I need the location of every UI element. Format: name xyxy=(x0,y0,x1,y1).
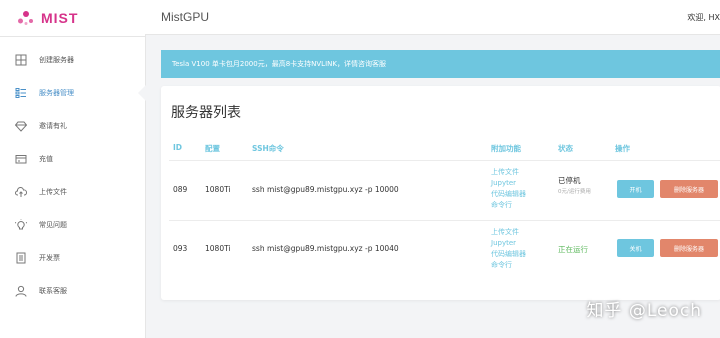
sidebar: MIST 创建服务器 服务器管理 邀请有礼 充值 上传文件 常见问题 开发票 联… xyxy=(0,0,146,338)
sidebar-item-recharge[interactable]: 充值 xyxy=(0,142,145,175)
column-header-status: 状态 xyxy=(558,144,573,153)
column-header-features: 附加功能 xyxy=(491,144,521,153)
server-config: 1080Ti xyxy=(205,244,231,253)
cloud-upload-icon xyxy=(15,186,27,198)
sidebar-item-label: 充值 xyxy=(39,154,53,163)
ssh-command: ssh mist@gpu89.mistgpu.xyz -p 10000 xyxy=(252,185,399,194)
page-title: 服务器列表 xyxy=(171,105,241,121)
power-on-button[interactable]: 开机 xyxy=(617,180,654,198)
sidebar-item-label: 常见问题 xyxy=(39,220,67,229)
sidebar-item-label: 创建服务器 xyxy=(39,55,74,64)
promo-banner-text: Tesla V100 单卡包月2000元，最高8卡支持NVLINK，详情咨询客服 xyxy=(172,60,386,68)
topbar: MistGPU 欢迎, HX xyxy=(145,0,720,35)
logo[interactable]: MIST xyxy=(0,0,145,37)
server-id: 093 xyxy=(173,244,188,253)
create-server-icon xyxy=(15,54,27,66)
feature-editor-link[interactable]: 代码编辑器 xyxy=(491,249,526,260)
sidebar-item-label: 上传文件 xyxy=(39,187,67,196)
logo-text: MIST xyxy=(41,10,79,26)
feature-jupyter-link[interactable]: Jupyter xyxy=(491,238,526,249)
column-header-config: 配置 xyxy=(205,144,220,153)
ssh-command: ssh mist@gpu89.mistgpu.xyz -p 10040 xyxy=(252,244,399,253)
sidebar-nav: 创建服务器 服务器管理 邀请有礼 充值 上传文件 常见问题 开发票 联系客服 xyxy=(0,43,146,307)
sidebar-item-support[interactable]: 联系客服 xyxy=(0,274,145,307)
sidebar-item-server-management[interactable]: 服务器管理 xyxy=(0,76,146,109)
feature-upload-link[interactable]: 上传文件 xyxy=(491,167,526,178)
sidebar-item-label: 服务器管理 xyxy=(39,88,74,97)
sidebar-item-label: 联系客服 xyxy=(39,286,67,295)
column-header-ssh: SSH命令 xyxy=(252,144,284,153)
feature-terminal-link[interactable]: 命令行 xyxy=(491,200,526,211)
feature-terminal-link[interactable]: 命令行 xyxy=(491,260,526,271)
column-header-actions: 操作 xyxy=(615,144,630,153)
feature-jupyter-link[interactable]: Jupyter xyxy=(491,178,526,189)
watermark: 知乎 @Leoch xyxy=(586,301,702,321)
feature-upload-link[interactable]: 上传文件 xyxy=(491,227,526,238)
feature-links: 上传文件 Jupyter 代码编辑器 命令行 xyxy=(491,167,526,211)
sidebar-item-label: 开发票 xyxy=(39,253,60,262)
lightbulb-icon xyxy=(15,218,27,231)
status-subtext: 0元/运行费用 xyxy=(558,189,591,195)
delete-server-button[interactable]: 删除服务器 xyxy=(660,239,718,257)
feature-links: 上传文件 Jupyter 代码编辑器 命令行 xyxy=(491,227,526,271)
status-badge: 已停机 xyxy=(558,176,581,185)
power-off-button[interactable]: 关机 xyxy=(617,239,654,257)
delete-server-button[interactable]: 删除服务器 xyxy=(660,180,718,198)
server-config: 1080Ti xyxy=(205,185,231,194)
app-title: MistGPU xyxy=(161,10,209,24)
user-icon xyxy=(15,285,27,297)
table-divider xyxy=(169,160,720,161)
sidebar-item-invite[interactable]: 邀请有礼 xyxy=(0,109,145,142)
sidebar-item-invoice[interactable]: 开发票 xyxy=(0,241,145,274)
wallet-icon xyxy=(15,153,27,165)
status-badge: 正在运行 xyxy=(558,245,588,254)
feature-editor-link[interactable]: 代码编辑器 xyxy=(491,189,526,200)
server-list-card: 服务器列表 ID 配置 SSH命令 附加功能 状态 操作 089 1080Ti … xyxy=(161,86,720,300)
logo-icon xyxy=(18,11,33,25)
sidebar-item-upload[interactable]: 上传文件 xyxy=(0,175,145,208)
sidebar-item-faq[interactable]: 常见问题 xyxy=(0,208,145,241)
sidebar-item-create-server[interactable]: 创建服务器 xyxy=(0,43,145,76)
column-header-id: ID xyxy=(173,143,183,152)
table-divider xyxy=(169,220,720,221)
user-greeting[interactable]: 欢迎, HX xyxy=(687,12,720,23)
server-list-icon xyxy=(15,87,27,99)
promo-banner: Tesla V100 单卡包月2000元，最高8卡支持NVLINK，详情咨询客服 xyxy=(161,50,720,78)
server-id: 089 xyxy=(173,185,188,194)
invoice-icon xyxy=(15,252,27,264)
sidebar-item-label: 邀请有礼 xyxy=(39,121,67,130)
diamond-icon xyxy=(15,120,27,132)
